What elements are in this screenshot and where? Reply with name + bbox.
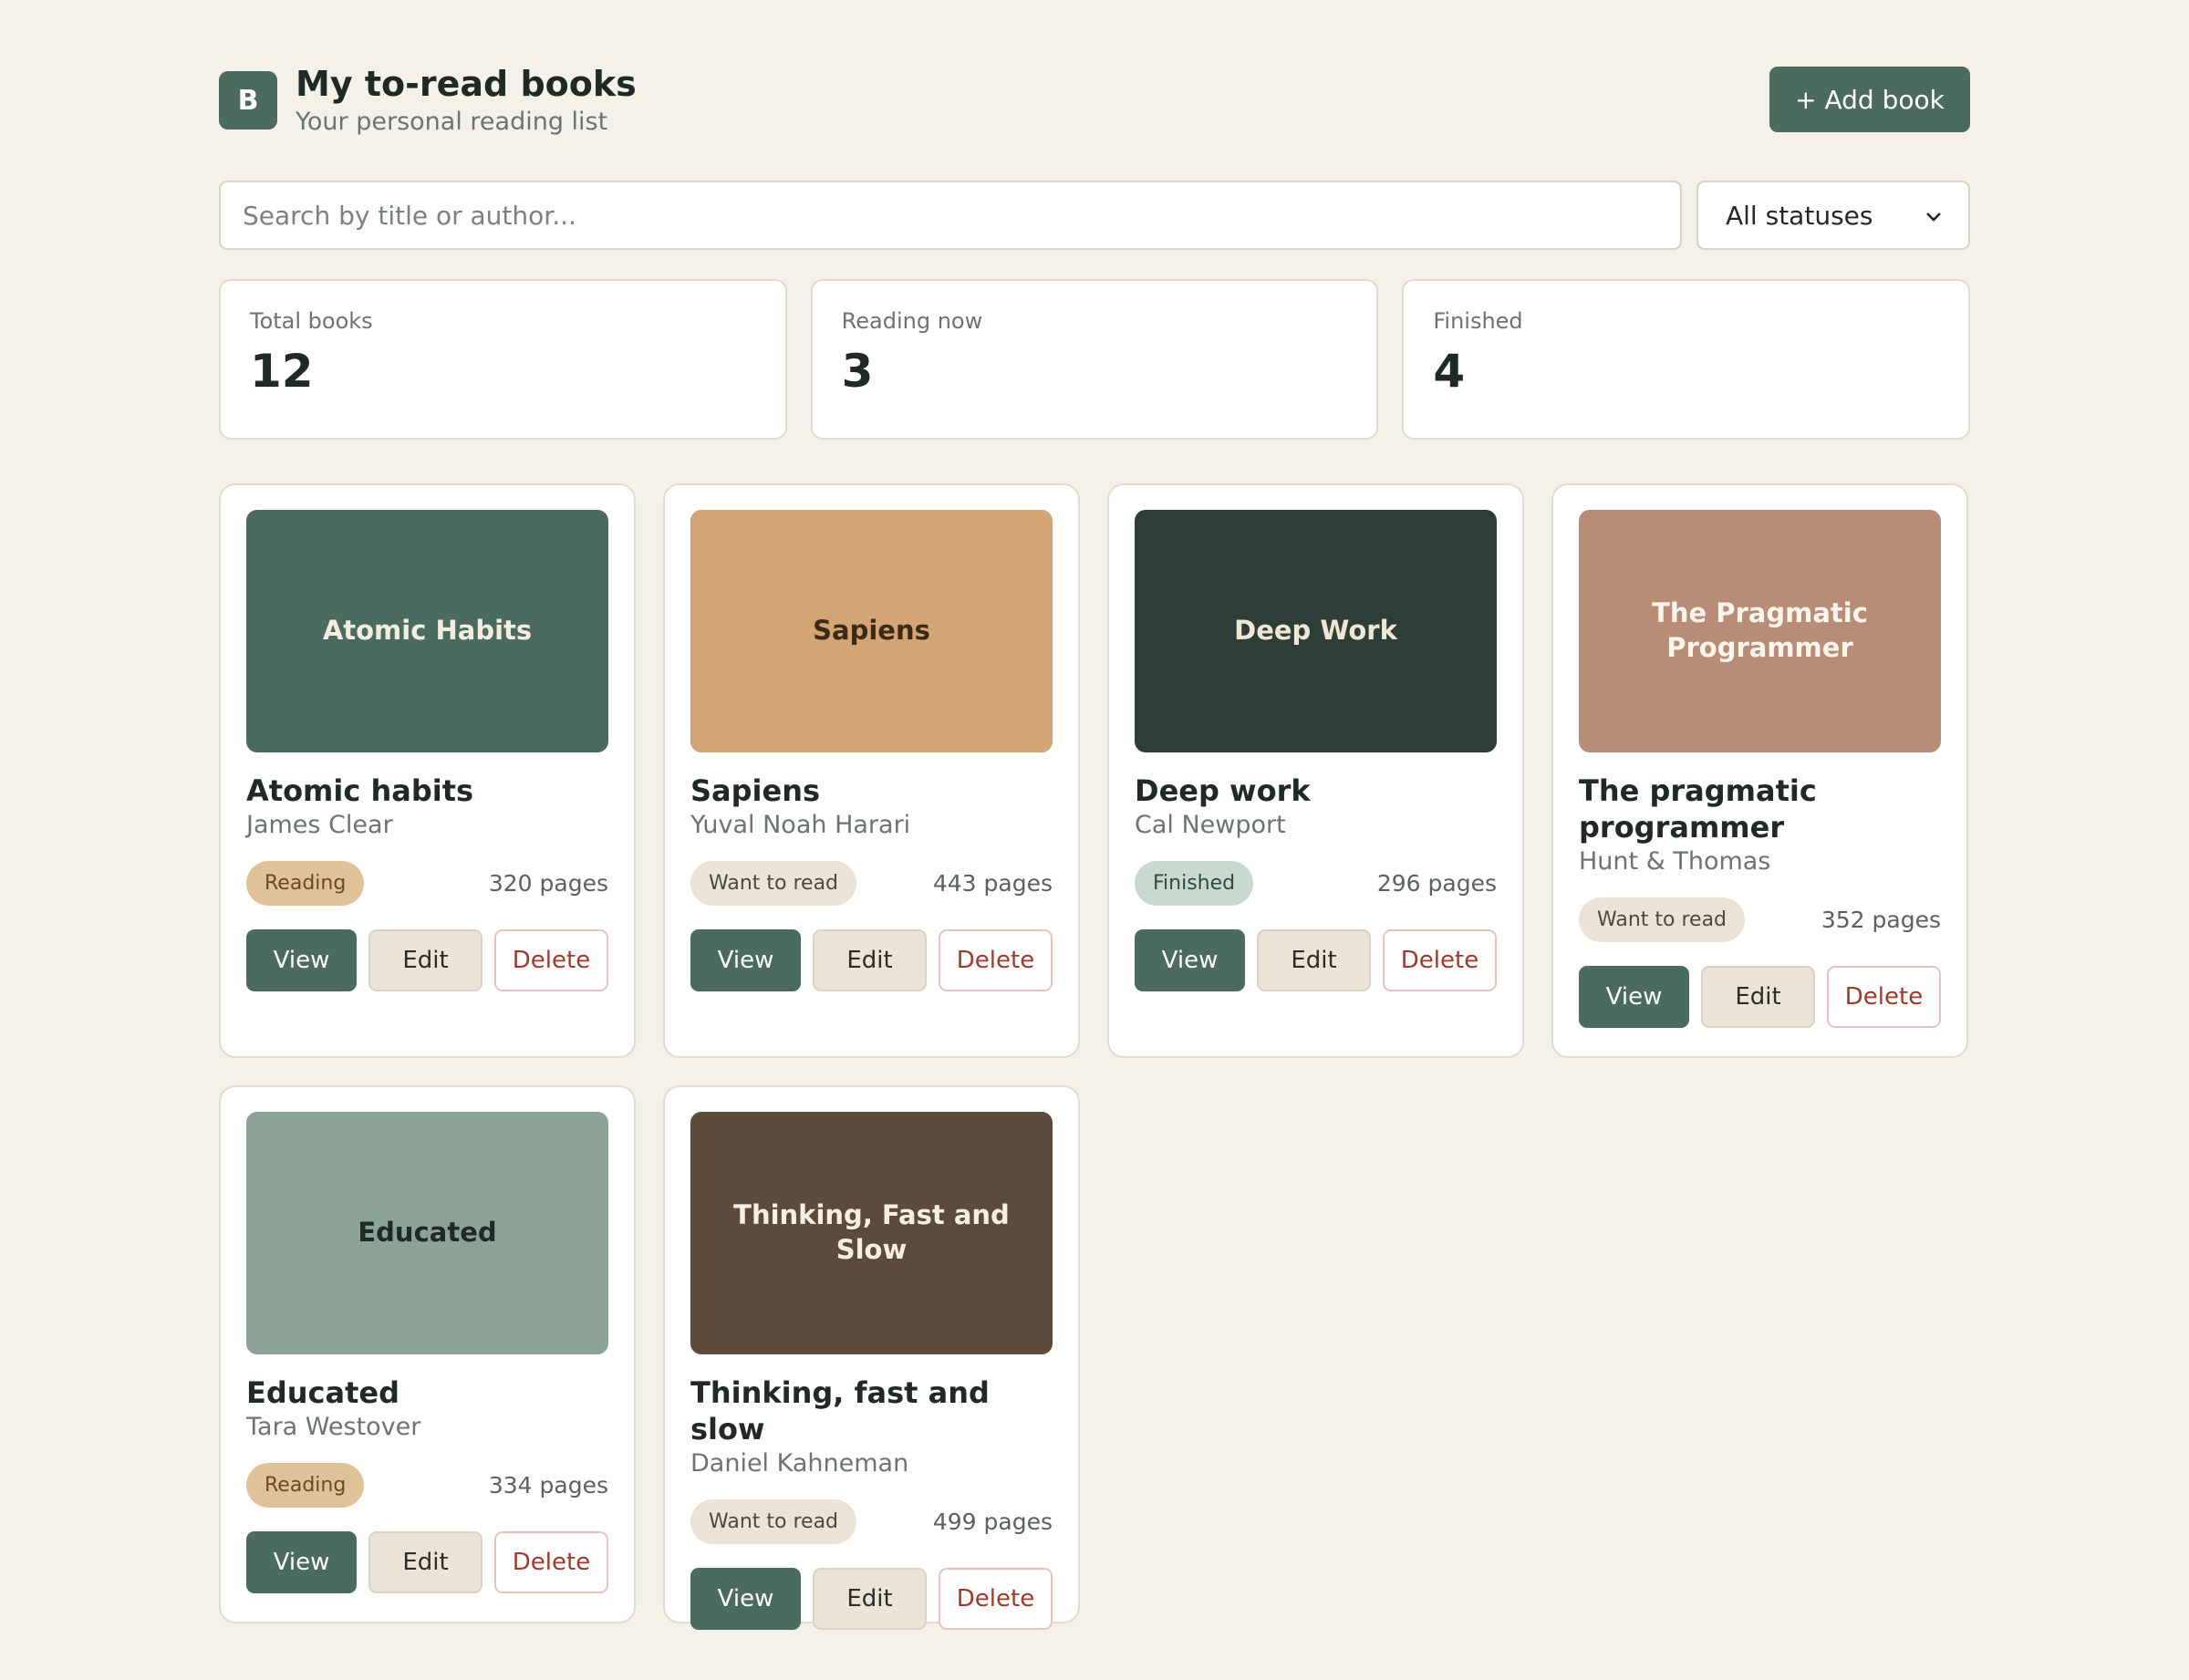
search-input[interactable]: [219, 181, 1682, 250]
edit-button[interactable]: Edit: [1257, 929, 1371, 991]
page-count: 352 pages: [1821, 907, 1941, 933]
page-count: 499 pages: [932, 1509, 1053, 1535]
book-cover-title: Atomic Habits: [322, 615, 533, 647]
stat-value: 3: [841, 345, 874, 398]
add-book-button[interactable]: + Add book: [1769, 67, 1970, 132]
book-title: Sapiens: [690, 773, 821, 808]
stat-value: 4: [1433, 345, 1466, 398]
book-title: The pragmatic programmer: [1579, 773, 1817, 845]
book-title: Deep work: [1135, 773, 1311, 808]
book-title: Atomic habits: [246, 773, 474, 808]
status-badge: Reading: [246, 1463, 365, 1508]
view-button[interactable]: View: [246, 1531, 357, 1593]
view-button[interactable]: View: [1579, 966, 1689, 1028]
book-meta: Want to read 443 pages: [690, 861, 1053, 906]
book-actions: View Edit Delete: [690, 1568, 1053, 1630]
stat-label: Total books: [250, 308, 373, 334]
book-cover: Deep Work: [1135, 510, 1497, 752]
search-row: All statuses: [219, 181, 1970, 250]
page-count: 296 pages: [1376, 870, 1497, 897]
status-badge: Want to read: [690, 861, 857, 906]
page-count: 443 pages: [932, 870, 1053, 897]
book-cover: The Pragmatic Programmer: [1579, 510, 1941, 752]
page: B My to-read books Your personal reading…: [219, 64, 1971, 1630]
status-filter-value: All statuses: [1726, 200, 1873, 231]
book-actions: View Edit Delete: [690, 929, 1053, 991]
book-card: Deep Work Deep work Cal Newport Finished…: [1107, 483, 1524, 1058]
book-cover-title: Deep Work: [1234, 615, 1397, 647]
delete-button[interactable]: Delete: [939, 1568, 1053, 1630]
book-meta: Finished 296 pages: [1135, 861, 1497, 906]
book-cover: Atomic Habits: [246, 510, 608, 752]
page-count: 320 pages: [488, 870, 608, 897]
book-author: Tara Westover: [246, 1413, 421, 1441]
status-badge: Want to read: [690, 1499, 857, 1544]
edit-button[interactable]: Edit: [813, 1568, 927, 1630]
page-count: 334 pages: [488, 1472, 608, 1499]
stat-label: Reading now: [841, 308, 983, 334]
book-card: Atomic Habits Atomic habits James Clear …: [219, 483, 636, 1058]
edit-button[interactable]: Edit: [813, 929, 927, 991]
delete-button[interactable]: Delete: [494, 929, 608, 991]
book-grid: Atomic Habits Atomic habits James Clear …: [219, 483, 1970, 1630]
chevron-down-icon: [1926, 204, 1941, 227]
status-badge: Finished: [1135, 861, 1254, 906]
edit-button[interactable]: Edit: [368, 929, 482, 991]
delete-button[interactable]: Delete: [1827, 966, 1941, 1028]
stat-card-total: Total books 12: [219, 279, 787, 440]
status-badge: Reading: [246, 861, 365, 906]
view-button[interactable]: View: [246, 929, 357, 991]
book-cover-title: The Pragmatic Programmer: [1652, 597, 1868, 663]
book-actions: View Edit Delete: [246, 1531, 608, 1593]
book-meta: Reading 334 pages: [246, 1463, 608, 1508]
delete-button[interactable]: Delete: [939, 929, 1053, 991]
book-card: Thinking, Fast and Slow Thinking, fast a…: [663, 1085, 1080, 1630]
book-author: James Clear: [246, 811, 393, 839]
delete-button[interactable]: Delete: [494, 1531, 608, 1593]
view-button[interactable]: View: [1135, 929, 1245, 991]
header: B My to-read books Your personal reading…: [219, 64, 1970, 164]
book-title: Thinking, fast and slow: [690, 1375, 990, 1447]
book-cover: Sapiens: [690, 510, 1053, 752]
book-author: Cal Newport: [1135, 811, 1286, 839]
edit-button[interactable]: Edit: [368, 1531, 482, 1593]
book-cover: Thinking, Fast and Slow: [690, 1112, 1053, 1354]
page-subtitle: Your personal reading list: [296, 108, 608, 136]
book-meta: Want to read 352 pages: [1579, 897, 1941, 942]
view-button[interactable]: View: [690, 1568, 801, 1630]
book-card: Sapiens Sapiens Yuval Noah Harari Want t…: [663, 483, 1080, 1058]
book-meta: Want to read 499 pages: [690, 1499, 1053, 1544]
book-card: The Pragmatic Programmer The pragmatic p…: [1551, 483, 1968, 1058]
book-actions: View Edit Delete: [246, 929, 608, 991]
book-cover: Educated: [246, 1112, 608, 1354]
book-author: Hunt & Thomas: [1579, 847, 1771, 876]
status-badge: Want to read: [1579, 897, 1746, 942]
stat-card-finished: Finished 4: [1402, 279, 1971, 440]
book-card: Educated Educated Tara Westover Reading …: [219, 1085, 636, 1623]
edit-button[interactable]: Edit: [1701, 966, 1815, 1028]
view-button[interactable]: View: [690, 929, 801, 991]
book-cover-title: Thinking, Fast and Slow: [733, 1199, 1010, 1265]
status-filter-select[interactable]: All statuses: [1696, 181, 1970, 250]
book-meta: Reading 320 pages: [246, 861, 608, 906]
stat-card-reading: Reading now 3: [810, 279, 1379, 440]
delete-button[interactable]: Delete: [1383, 929, 1497, 991]
book-author: Daniel Kahneman: [690, 1449, 909, 1478]
book-actions: View Edit Delete: [1135, 929, 1497, 991]
app-logo: B: [219, 71, 277, 130]
book-actions: View Edit Delete: [1579, 966, 1941, 1028]
book-cover-title: Sapiens: [813, 615, 930, 647]
stat-value: 12: [250, 345, 314, 398]
stats-row: Total books 12 Reading now 3 Finished 4: [219, 279, 1971, 440]
book-title: Educated: [246, 1375, 400, 1410]
stat-label: Finished: [1433, 308, 1523, 334]
book-author: Yuval Noah Harari: [690, 811, 911, 839]
book-cover-title: Educated: [358, 1217, 497, 1249]
page-title: My to-read books: [296, 64, 637, 104]
